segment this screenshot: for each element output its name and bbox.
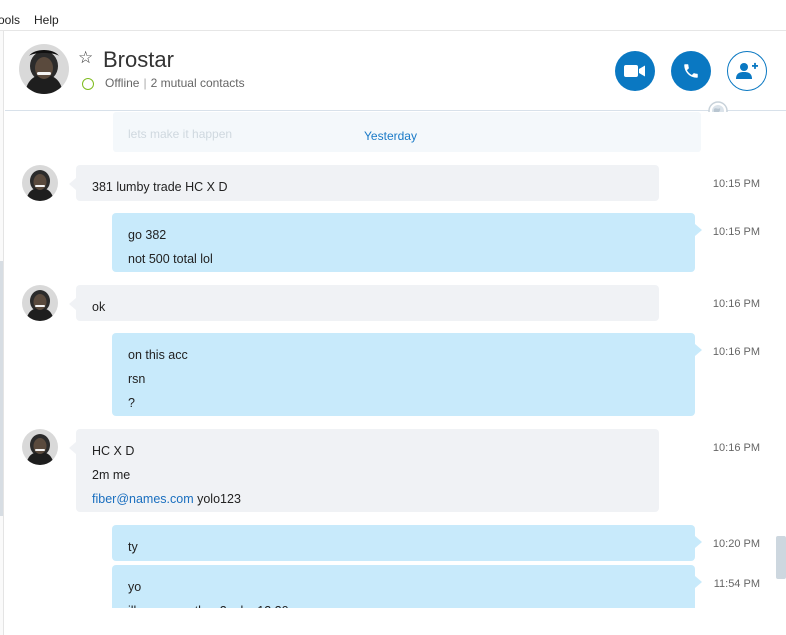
message-line: not 500 total lol <box>128 252 213 266</box>
message-line: ill pay u another 2m by 12:20 <box>128 599 679 608</box>
message-line: HC X D <box>92 444 135 458</box>
message-timestamp: 10:16 PM <box>712 442 760 454</box>
day-separator: Yesterday <box>364 129 417 143</box>
status-line: Offline | 2 mutual contacts <box>105 76 245 90</box>
phone-icon <box>684 64 698 78</box>
add-contact-icon <box>736 62 758 79</box>
menu-bar: Tools Help <box>0 0 786 31</box>
compose-area <box>5 608 786 635</box>
video-call-button[interactable] <box>615 51 655 91</box>
message-line: fiber@names.com yolo123 <box>92 487 643 511</box>
audio-call-button[interactable] <box>671 51 711 91</box>
video-camera-icon <box>624 65 645 77</box>
message-timestamp: 10:15 PM <box>712 178 760 190</box>
add-people-button[interactable] <box>727 51 767 91</box>
mutual-contacts-link[interactable]: 2 mutual contacts <box>151 76 245 90</box>
message-line: yo <box>128 580 142 594</box>
message-text: yolo123 <box>197 492 241 506</box>
contact-avatar[interactable] <box>19 44 69 94</box>
message-line: rsn <box>128 372 146 386</box>
message-timestamp: 10:16 PM <box>712 298 760 310</box>
message-bubble-incoming[interactable]: 381 lumby trade HC X D <box>69 165 659 201</box>
email-link[interactable]: fiber@names.com <box>92 492 194 506</box>
menu-tools[interactable]: Tools <box>0 13 20 27</box>
message-line: ? <box>128 396 135 410</box>
star-outline-icon[interactable]: ☆ <box>78 48 93 68</box>
message-bubble-outgoing[interactable]: on this acc rsn ? <box>112 333 702 416</box>
avatar[interactable] <box>22 429 58 465</box>
left-panel-edge <box>0 31 4 635</box>
message-line: ty <box>128 540 138 554</box>
message-line: ok <box>92 300 106 314</box>
message-bubble-outgoing[interactable]: go 382 not 500 total lol <box>112 213 702 272</box>
message-bubble-outgoing[interactable]: yo ill pay u another 2m by 12:20 <box>112 565 702 608</box>
message-timestamp: 11:54 PM <box>713 578 760 590</box>
message-timestamp: 10:16 PM <box>712 346 760 358</box>
menu-help[interactable]: Help <box>34 13 59 27</box>
scrollbar-thumb[interactable] <box>776 536 786 579</box>
message-timestamp: 10:15 PM <box>712 226 760 238</box>
conversation-pane: lets make it happen Yesterday 381 lumby … <box>5 112 786 608</box>
status-text: Offline <box>105 76 140 90</box>
message-line: 381 lumby trade HC X D <box>92 180 228 194</box>
avatar[interactable] <box>22 165 58 201</box>
message-bubble-incoming[interactable]: ok <box>69 285 659 321</box>
message-timestamp: 10:20 PM <box>712 538 760 550</box>
message-bubble-outgoing[interactable]: ty <box>112 525 702 561</box>
presence-icon <box>82 78 94 90</box>
message-bubble-incoming[interactable]: HC X D 2m me fiber@names.com yolo123 <box>69 429 659 512</box>
contact-name: Brostar <box>103 47 174 72</box>
message-line: on this acc <box>128 348 188 362</box>
avatar[interactable] <box>22 285 58 321</box>
message-line: go 382 <box>128 228 167 242</box>
conversation-header: ☆ Brostar Offline | 2 mutual contacts <box>5 31 786 111</box>
message-line: 2m me <box>92 468 131 482</box>
